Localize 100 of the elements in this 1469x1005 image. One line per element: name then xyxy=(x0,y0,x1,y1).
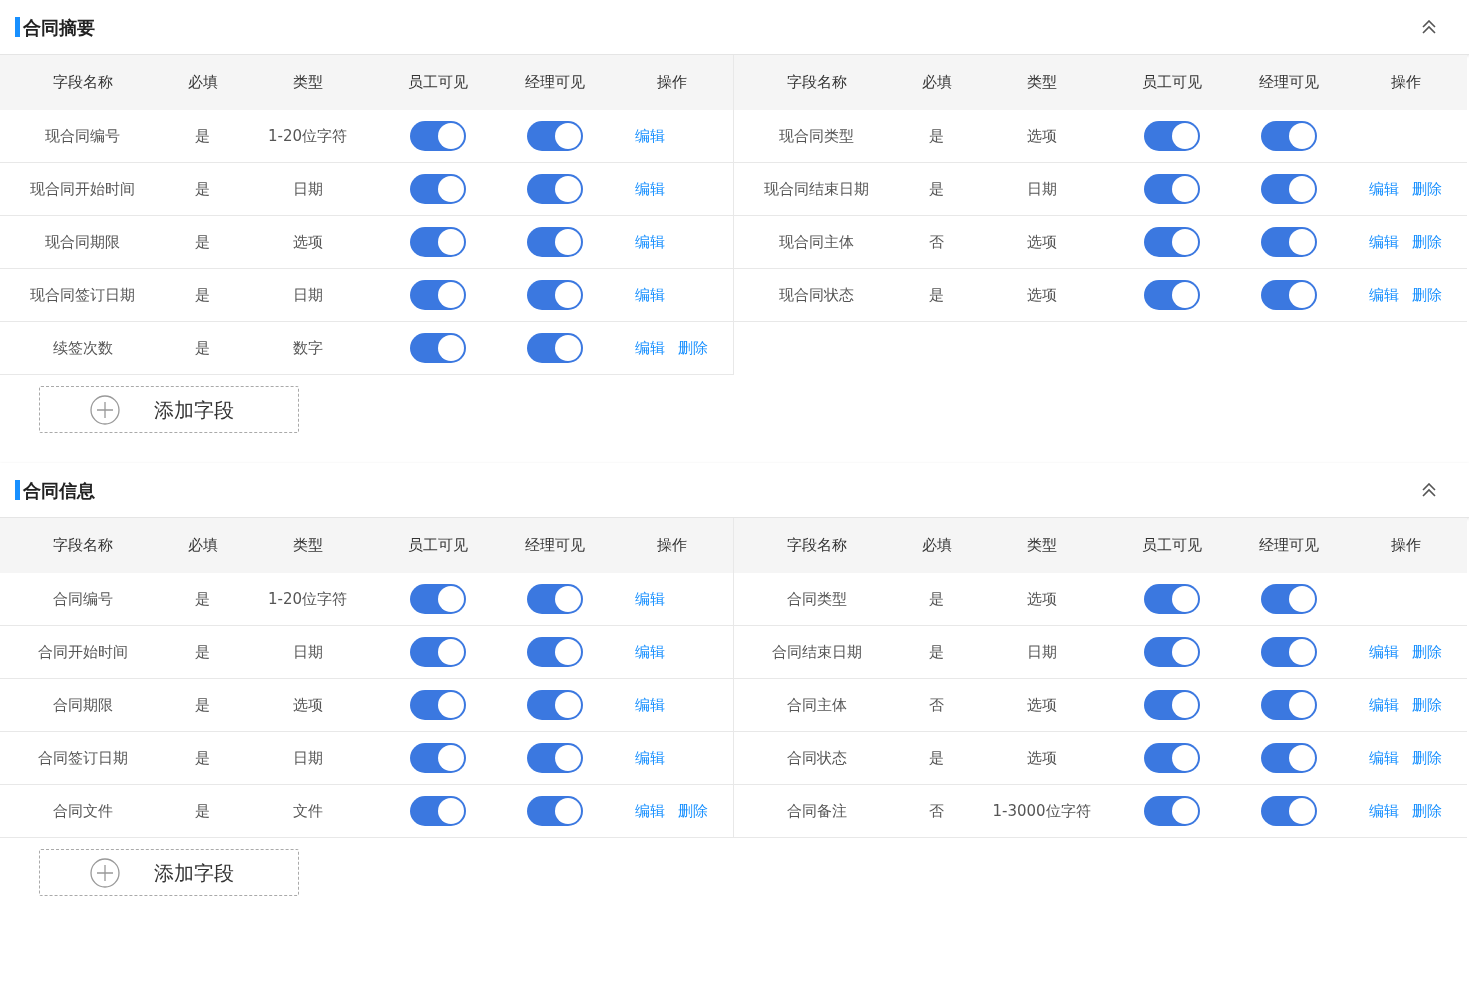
toggle-switch[interactable] xyxy=(1143,796,1200,826)
edit-link[interactable]: 编辑 xyxy=(635,124,665,148)
edit-link[interactable]: 编辑 xyxy=(1369,693,1399,717)
edit-link[interactable]: 编辑 xyxy=(635,230,665,254)
required-value: 是 xyxy=(929,747,944,769)
toggle-switch[interactable] xyxy=(1143,227,1200,257)
toggle-switch[interactable] xyxy=(527,743,583,773)
edit-link[interactable]: 编辑 xyxy=(635,746,665,770)
delete-link[interactable]: 删除 xyxy=(1412,799,1442,823)
delete-link[interactable]: 删除 xyxy=(1412,177,1442,201)
toggle-switch[interactable] xyxy=(1143,743,1200,773)
double-chevron-up-icon[interactable] xyxy=(1421,20,1437,34)
toggle-switch[interactable] xyxy=(1261,227,1317,257)
field-name: 合同结束日期 xyxy=(771,641,862,663)
field-type: 文件 xyxy=(292,800,323,822)
toggle-switch[interactable] xyxy=(409,690,466,720)
field-type: 1-20位字符 xyxy=(267,125,347,147)
toggle-switch[interactable] xyxy=(527,280,583,310)
edit-link[interactable]: 编辑 xyxy=(1369,746,1399,770)
toggle-switch[interactable] xyxy=(1261,690,1317,720)
edit-link[interactable]: 编辑 xyxy=(1369,640,1399,664)
add-field-button[interactable]: 添加字段 xyxy=(39,849,299,896)
toggle-switch[interactable] xyxy=(527,796,583,826)
toggle-switch[interactable] xyxy=(409,796,466,826)
delete-link[interactable]: 删除 xyxy=(678,799,708,823)
required-value: 是 xyxy=(195,588,210,610)
toggle-switch[interactable] xyxy=(1261,121,1317,151)
toggle-switch[interactable] xyxy=(1143,121,1200,151)
required-value: 否 xyxy=(929,800,944,822)
add-field-button[interactable]: 添加字段 xyxy=(39,386,299,433)
required-value: 是 xyxy=(929,588,944,610)
edit-link[interactable]: 编辑 xyxy=(635,283,665,307)
edit-link[interactable]: 编辑 xyxy=(1369,283,1399,307)
edit-link[interactable]: 编辑 xyxy=(1369,177,1399,201)
edit-link[interactable]: 编辑 xyxy=(635,799,665,823)
column-header: 员工可见 xyxy=(1141,535,1202,557)
toggle-switch[interactable] xyxy=(527,584,583,614)
toggle-switch[interactable] xyxy=(527,690,583,720)
toggle-switch[interactable] xyxy=(1143,280,1200,310)
toggle-switch[interactable] xyxy=(1261,796,1317,826)
delete-link[interactable]: 删除 xyxy=(1412,746,1442,770)
toggle-switch[interactable] xyxy=(409,121,466,151)
edit-link[interactable]: 编辑 xyxy=(635,587,665,611)
delete-link[interactable]: 删除 xyxy=(1412,283,1442,307)
toggle-switch[interactable] xyxy=(409,174,466,204)
toggle-switch[interactable] xyxy=(1261,280,1317,310)
required-value: 是 xyxy=(195,694,210,716)
required-value: 是 xyxy=(195,284,210,306)
field-name: 合同主体 xyxy=(786,694,847,716)
field-type: 日期 xyxy=(292,747,323,769)
edit-link[interactable]: 编辑 xyxy=(1369,230,1399,254)
edit-link[interactable]: 编辑 xyxy=(635,336,665,360)
toggle-switch[interactable] xyxy=(1143,637,1200,667)
column-header: 类型 xyxy=(292,72,323,94)
delete-link[interactable]: 删除 xyxy=(678,336,708,360)
column-header: 经理可见 xyxy=(525,72,585,94)
field-type: 选项 xyxy=(1026,747,1057,769)
toggle-switch[interactable] xyxy=(1143,584,1200,614)
field-type: 选项 xyxy=(1026,284,1057,306)
edit-link[interactable]: 编辑 xyxy=(1369,799,1399,823)
field-name: 现合同编号 xyxy=(45,125,120,147)
field-name: 现合同结束日期 xyxy=(764,178,869,200)
toggle-switch[interactable] xyxy=(409,637,466,667)
toggle-switch[interactable] xyxy=(1261,743,1317,773)
column-header: 操作 xyxy=(656,72,687,94)
double-chevron-up-icon[interactable] xyxy=(1421,483,1437,497)
field-type: 1-20位字符 xyxy=(267,588,347,610)
toggle-switch[interactable] xyxy=(1261,584,1317,614)
edit-link[interactable]: 编辑 xyxy=(635,640,665,664)
toggle-switch[interactable] xyxy=(409,743,466,773)
required-value: 是 xyxy=(195,178,210,200)
field-type: 数字 xyxy=(292,337,323,359)
field-name: 合同开始时间 xyxy=(37,641,128,663)
edit-link[interactable]: 编辑 xyxy=(635,177,665,201)
field-type: 日期 xyxy=(1026,641,1057,663)
toggle-switch[interactable] xyxy=(1261,174,1317,204)
toggle-switch[interactable] xyxy=(1143,174,1200,204)
delete-link[interactable]: 删除 xyxy=(1412,230,1442,254)
toggle-switch[interactable] xyxy=(1143,690,1200,720)
delete-link[interactable]: 删除 xyxy=(1412,640,1442,664)
toggle-switch[interactable] xyxy=(409,227,466,257)
title-accent-bar xyxy=(15,480,20,500)
delete-link[interactable]: 删除 xyxy=(1412,693,1442,717)
toggle-switch[interactable] xyxy=(527,333,583,363)
section-title: 合同摘要 xyxy=(23,15,95,40)
toggle-switch[interactable] xyxy=(409,333,466,363)
toggle-switch[interactable] xyxy=(527,227,583,257)
toggle-switch[interactable] xyxy=(409,280,466,310)
toggle-switch[interactable] xyxy=(409,584,466,614)
toggle-switch[interactable] xyxy=(527,637,583,667)
field-name: 合同编号 xyxy=(52,588,113,610)
field-name: 现合同开始时间 xyxy=(30,178,135,200)
edit-link[interactable]: 编辑 xyxy=(635,693,665,717)
required-value: 是 xyxy=(929,125,944,147)
field-name: 现合同主体 xyxy=(779,231,854,253)
toggle-switch[interactable] xyxy=(527,174,583,204)
toggle-switch[interactable] xyxy=(527,121,583,151)
toggle-switch[interactable] xyxy=(1261,637,1317,667)
field-name: 现合同签订日期 xyxy=(30,284,135,306)
field-name: 合同状态 xyxy=(786,747,847,769)
